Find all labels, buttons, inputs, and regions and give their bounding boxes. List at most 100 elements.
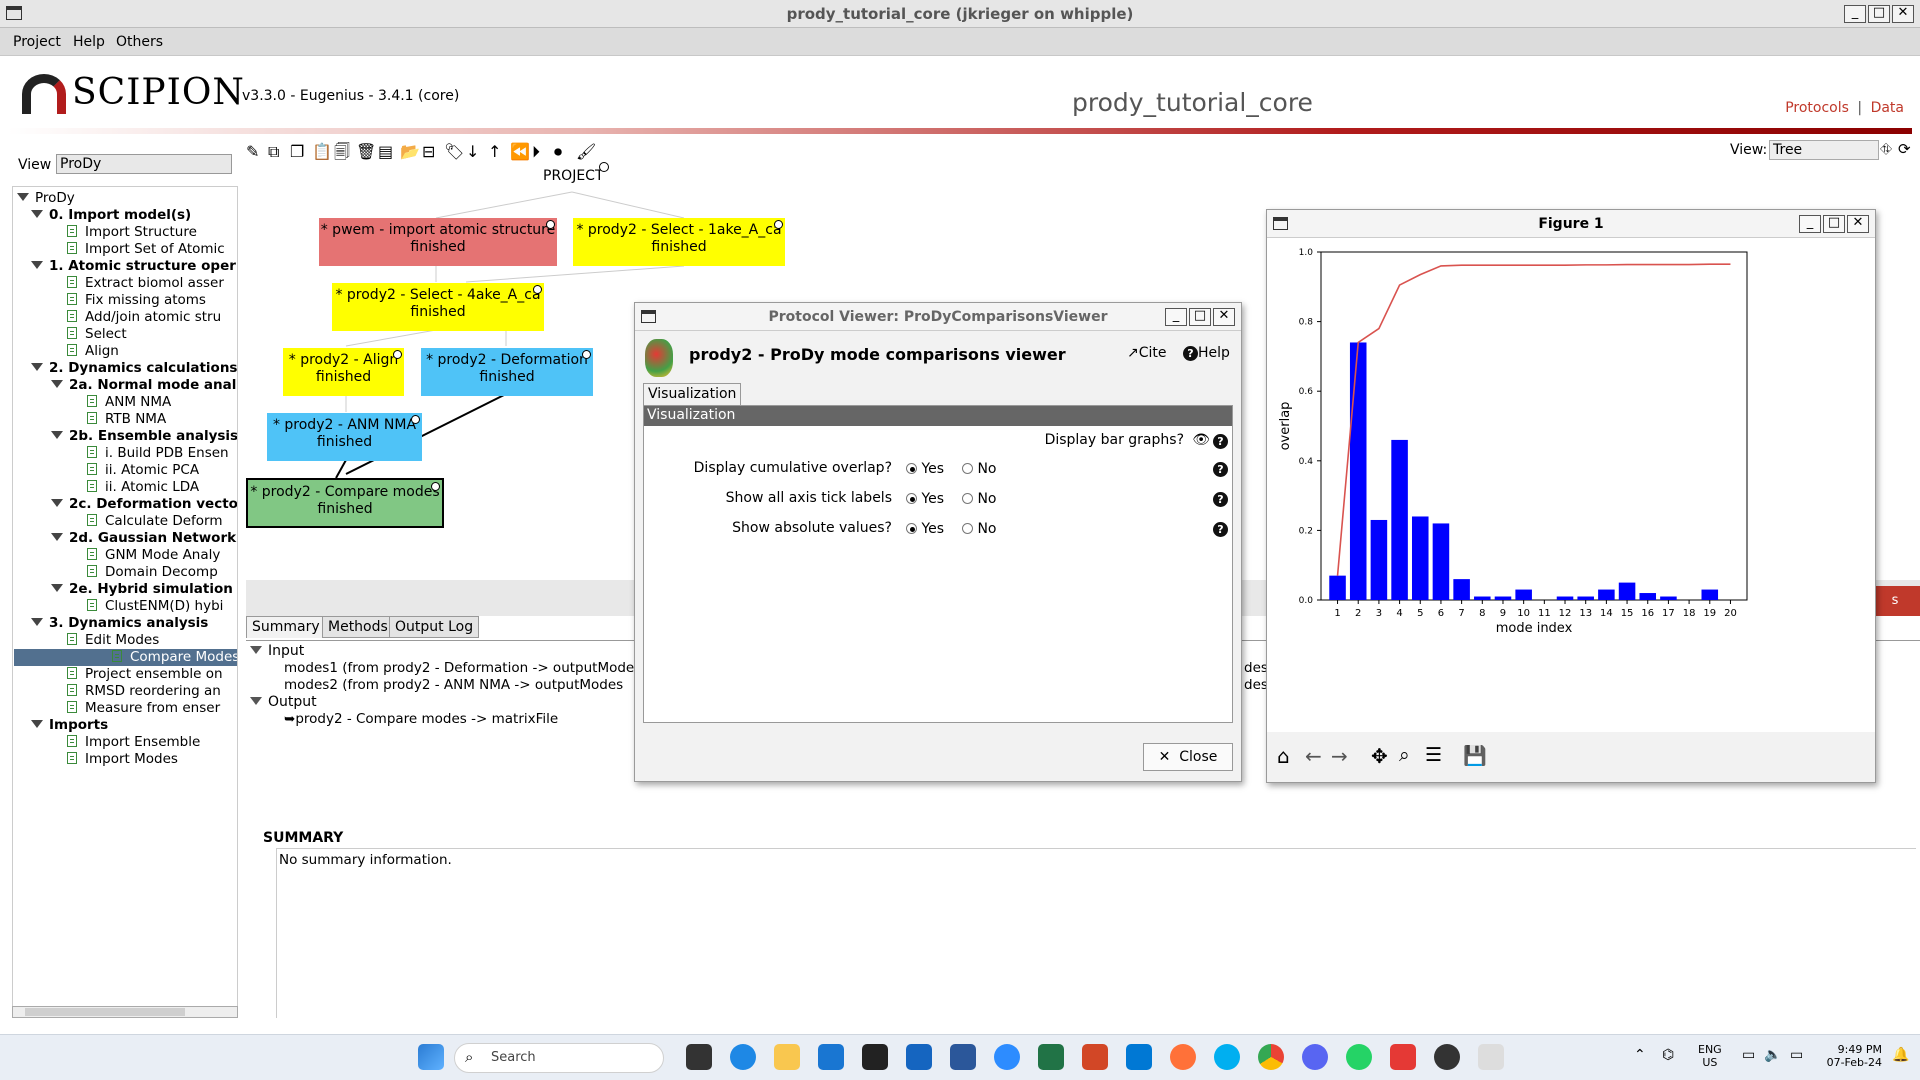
tree-folder[interactable]: ProDy	[17, 190, 75, 207]
save-icon[interactable]: 💾	[1463, 744, 1487, 767]
delete-icon[interactable]: 🗑	[356, 142, 376, 162]
powerpoint-icon[interactable]	[1082, 1044, 1108, 1070]
tick-labels-no-radio[interactable]: No	[962, 491, 997, 507]
notification-icon[interactable]: 🔔	[1892, 1047, 1909, 1063]
tree-folder[interactable]: 1. Atomic structure oper	[31, 258, 236, 275]
absolute-no-radio[interactable]: No	[962, 521, 997, 537]
stop-icon[interactable]: ⊟	[422, 142, 435, 162]
forward-icon[interactable]: →	[1331, 744, 1348, 768]
view-select[interactable]: ProDy	[56, 154, 232, 174]
node-anm-nma[interactable]: * prody2 - ANM NMA finished	[267, 413, 422, 461]
tree-item[interactable]: ii. Atomic PCA	[87, 462, 199, 479]
tab-summary[interactable]: Summary	[246, 616, 326, 638]
tree-item[interactable]: ANM NMA	[87, 394, 171, 411]
word-icon[interactable]	[950, 1044, 976, 1070]
tree-item[interactable]: Edit Modes	[67, 632, 159, 649]
protocols-link[interactable]: Protocols	[1785, 100, 1849, 116]
close-icon[interactable]: ✕	[1213, 308, 1235, 326]
data-link[interactable]: Data	[1871, 100, 1904, 116]
paste-icon[interactable]: 📋	[312, 142, 332, 162]
arrow-down-icon[interactable]: ↓	[466, 142, 479, 162]
minimize-icon[interactable]: _	[1844, 5, 1866, 23]
tab-visualization[interactable]: Visualization	[643, 383, 742, 405]
menu-others[interactable]: Others	[116, 34, 163, 50]
scipion-taskbar-icon[interactable]	[1434, 1044, 1460, 1070]
minimize-icon[interactable]: _	[1799, 215, 1821, 233]
firefox-icon[interactable]	[1170, 1044, 1196, 1070]
cumulative-no-radio[interactable]: No	[962, 461, 997, 477]
tab-methods[interactable]: Methods	[322, 616, 394, 638]
tree-item[interactable]: Domain Decomp	[87, 564, 218, 581]
cumulative-yes-radio[interactable]: Yes	[906, 461, 944, 477]
tree-folder[interactable]: 2d. Gaussian Network	[51, 530, 236, 547]
browse-icon[interactable]: ▤	[378, 142, 393, 162]
whatsapp-icon[interactable]	[1346, 1044, 1372, 1070]
battery-icon[interactable]: ▭	[1790, 1047, 1803, 1063]
tree-item[interactable]: Calculate Deform	[87, 513, 223, 530]
menu-help[interactable]: Help	[73, 34, 105, 50]
tree-item[interactable]: Import Set of Atomic	[67, 241, 225, 258]
help-icon[interactable]: ?	[1213, 492, 1228, 507]
tree-item[interactable]: Project ensemble on	[67, 666, 223, 683]
menu-project[interactable]: Project	[13, 34, 61, 50]
tree-item[interactable]: Import Ensemble	[67, 734, 200, 751]
output-node[interactable]: Output	[250, 694, 317, 710]
language-indicator[interactable]: ENG US	[1698, 1043, 1722, 1069]
brush-icon[interactable]: 🖌	[576, 142, 596, 162]
arrow-up-icon[interactable]: ↑	[488, 142, 501, 162]
security-icon[interactable]	[1126, 1044, 1152, 1070]
maximize-icon[interactable]: □	[1868, 5, 1890, 23]
copy-files-icon[interactable]: 🗐	[334, 142, 350, 162]
clock[interactable]: 9:49 PM 07-Feb-24	[1826, 1043, 1882, 1069]
tree-item[interactable]: ClustENM(D) hybi	[87, 598, 223, 615]
edit-icon[interactable]: ✎	[246, 142, 259, 162]
tree-folder[interactable]: 2a. Normal mode anal	[51, 377, 236, 394]
record-icon[interactable]: ⏺	[554, 142, 562, 162]
tree-layout-icon[interactable]: ⛗	[1880, 140, 1892, 158]
tree-item[interactable]: Add/join atomic stru	[67, 309, 221, 326]
refresh-icon[interactable]: ⟳	[1898, 140, 1911, 158]
chrome-icon[interactable]	[1258, 1044, 1284, 1070]
vscode-icon[interactable]	[818, 1044, 844, 1070]
tree-item[interactable]: ii. Atomic LDA	[87, 479, 199, 496]
discord-icon[interactable]	[1302, 1044, 1328, 1070]
tree-item[interactable]: Extract biomol asser	[67, 275, 224, 292]
close-icon[interactable]: ✕	[1892, 5, 1914, 23]
tree-folder[interactable]: 2. Dynamics calculations	[31, 360, 237, 377]
eye-icon[interactable]: 👁	[1192, 432, 1210, 448]
tree-item[interactable]: Measure from enser	[67, 700, 220, 717]
help-button[interactable]: ? Help	[1183, 345, 1230, 361]
excel-icon[interactable]	[1038, 1044, 1064, 1070]
edge-icon[interactable]	[730, 1044, 756, 1070]
terminal-icon[interactable]	[862, 1044, 888, 1070]
task-view-icon[interactable]	[686, 1044, 712, 1070]
node-import-atomic-structure[interactable]: * pwem - import atomic structure finishe…	[319, 218, 557, 266]
tree-item[interactable]: Align	[67, 343, 119, 360]
skype-icon[interactable]	[1214, 1044, 1240, 1070]
node-align[interactable]: * prody2 - Align finished	[283, 348, 404, 396]
chevron-up-icon[interactable]: ⌃	[1634, 1047, 1646, 1063]
back-icon[interactable]: ←	[1305, 744, 1322, 768]
windows-start-icon[interactable]	[418, 1044, 444, 1070]
help-icon[interactable]: ?	[1213, 434, 1228, 449]
play-icon[interactable]: ⏵	[532, 142, 540, 162]
maximize-icon[interactable]: □	[1189, 308, 1211, 326]
close-icon[interactable]: ✕	[1847, 215, 1869, 233]
minimize-icon[interactable]: _	[1165, 308, 1187, 326]
copy-icon[interactable]: ⧉	[268, 142, 279, 162]
close-button[interactable]: ✕ Close	[1143, 743, 1233, 771]
duplicate-icon[interactable]: ❐	[290, 142, 304, 162]
tab-output-log[interactable]: Output Log	[389, 616, 480, 638]
folder-icon[interactable]: 📂	[400, 142, 420, 162]
help-icon[interactable]: ?	[1213, 462, 1228, 477]
home-icon[interactable]: ⌂	[1277, 744, 1290, 768]
tree-folder[interactable]: 2b. Ensemble analysis	[51, 428, 237, 445]
powershell-icon[interactable]	[906, 1044, 932, 1070]
tree-folder[interactable]: 0. Import model(s)	[31, 207, 191, 224]
tree-hscrollbar[interactable]	[12, 1006, 238, 1018]
acrobat-icon[interactable]	[1390, 1044, 1416, 1070]
tree-folder[interactable]: 2c. Deformation vecto	[51, 496, 237, 513]
node-compare-modes[interactable]: * prody2 - Compare modes finished	[246, 478, 444, 528]
cite-button[interactable]: ↗Cite	[1127, 345, 1167, 361]
input-node[interactable]: Input	[250, 643, 304, 659]
